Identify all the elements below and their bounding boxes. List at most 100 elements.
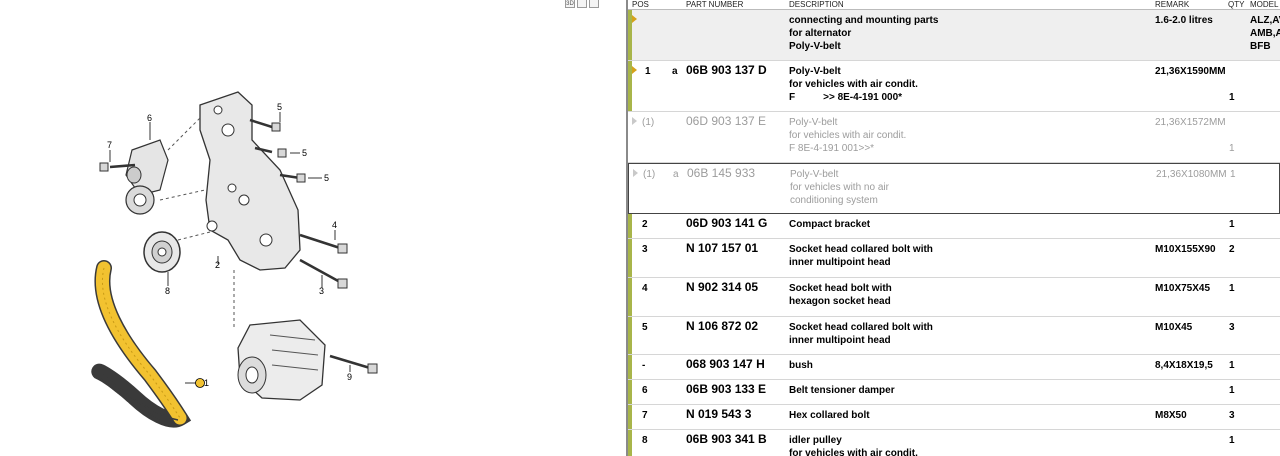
row-description: Poly-V-belt [789,117,838,128]
callout-5a[interactable]: 5 [277,102,282,112]
table-row[interactable]: 4 N 902 314 05 Socket head bolt with hex… [628,278,1280,317]
table-row-selected[interactable]: (1) a 06B 145 933 Poly-V-belt for vehicl… [628,163,1280,214]
row-part-number[interactable]: 068 903 147 H [686,358,765,371]
row-description: Poly-V-belt [790,169,839,180]
row-remark: M10X155X90 [1155,244,1216,255]
row-pos: (1) [643,169,656,180]
header-pos[interactable]: POS [632,0,649,9]
row-pos: 7 [642,410,648,421]
callout-7[interactable]: 7 [107,140,112,150]
row-qty: 1 [1229,143,1235,154]
row-description: conditioning system [790,195,878,206]
row-description: Hex collared bolt [789,410,870,421]
callout-2[interactable]: 2 [215,260,220,270]
row-part-number[interactable]: N 019 543 3 [686,408,751,421]
row-remark: 21,36X1590MM [1155,66,1226,77]
header-model[interactable]: MODEL [1250,0,1278,9]
header-remark[interactable]: REMARK [1155,0,1189,9]
table-row[interactable]: - 068 903 147 H bush 8,4X18X19,5 1 [628,355,1280,380]
callout-6[interactable]: 6 [147,113,152,123]
row-description: idler pulley [789,435,842,446]
table-row[interactable]: 7 N 019 543 3 Hex collared bolt M8X50 3 [628,405,1280,430]
row-part-number[interactable]: 06B 903 137 D [686,64,767,77]
row-description: Poly-V-belt [789,66,841,77]
row-part-number[interactable]: 06B 903 133 E [686,383,766,396]
row-qty: 1 [1229,92,1235,103]
belt-tensioner-drawing[interactable] [125,139,169,215]
row-pos: 6 [642,385,648,396]
row-pos: 4 [642,283,648,294]
row-description: for alternator [789,28,852,39]
row-pos: 8 [642,435,648,446]
row-accent [628,317,632,354]
callout-9[interactable]: 9 [347,372,352,382]
row-description: connecting and mounting parts [789,15,939,26]
row-remark: M8X50 [1155,410,1187,421]
row-remark: 21,36X1572MM [1155,117,1226,128]
row-accent [628,355,632,379]
row-part-number[interactable]: 06D 903 137 E [686,115,766,128]
diagram-drawing: 1 2 3 4 5 5 5 6 7 8 9 [91,91,378,428]
row-description: bush [789,360,813,371]
row-pos: 2 [642,219,648,230]
alternator-drawing[interactable] [237,319,326,401]
row-remark: M10X45 [1155,322,1193,333]
parts-list: POS PART NUMBER DESCRIPTION REMARK QTY M… [628,0,1280,456]
header-part-number[interactable]: PART NUMBER [686,0,743,9]
row-pos: 1 [645,66,651,77]
row-accent [628,278,632,316]
row-description: for vehicles with air condit. [789,130,907,141]
triangle-right-icon[interactable] [633,169,638,177]
callout-4[interactable]: 4 [332,220,337,230]
triangle-right-icon[interactable] [632,15,637,23]
row-part-number[interactable]: 06D 903 141 G [686,217,767,230]
row-part-number[interactable]: N 106 872 02 [686,320,758,333]
row-part-number[interactable]: 06B 903 341 B [686,433,767,446]
row-remark: 1.6-2.0 litres [1155,15,1213,26]
row-description: for vehicles with no air [790,182,889,193]
row-description: >> 8E-4-191 000* [823,92,903,103]
row-part-number[interactable]: N 107 157 01 [686,242,758,255]
table-row[interactable]: (1) 06D 903 137 E Poly-V-belt for vehicl… [628,112,1280,163]
table-row[interactable]: 3 N 107 157 01 Socket head collared bolt… [628,239,1280,278]
callout-5c[interactable]: 5 [324,173,329,183]
exploded-diagram[interactable]: 3D 1 2 3 4 5 5 5 6 7 8 9 [0,0,626,456]
row-accent [628,239,632,277]
callout-5b[interactable]: 5 [302,148,307,158]
header-description[interactable]: DESCRIPTION [789,0,844,9]
table-row[interactable]: connecting and mounting parts for altern… [628,10,1280,61]
table-row[interactable]: 1 a 06B 903 137 D Poly-V-belt for vehicl… [628,61,1280,112]
row-variant: a [673,169,679,180]
row-description: for vehicles with air condit. [789,448,918,456]
row-model: BFB [1250,41,1271,52]
row-pos: 3 [642,244,648,255]
row-pos: (1) [642,117,655,128]
idler-pulley-drawing[interactable] [143,231,181,273]
row-description: F 8E-4-191 001>>* [789,143,875,154]
callout-8[interactable]: 8 [165,286,170,296]
table-row[interactable]: 2 06D 903 141 G Compact bracket 1 [628,214,1280,239]
row-qty: 1 [1229,435,1235,446]
row-description: inner multipoint head [789,335,891,346]
callout-1[interactable]: 1 [204,378,209,388]
row-description: Compact bracket [789,219,871,230]
row-description: Socket head collared bolt with [789,244,933,255]
row-description: Socket head collared bolt with [789,322,933,333]
triangle-right-icon[interactable] [632,66,637,74]
row-qty: 1 [1230,169,1236,180]
compact-bracket-drawing[interactable] [199,91,301,271]
table-row[interactable]: 8 06B 903 341 B idler pulley for vehicle… [628,430,1280,456]
row-model: ALZ,AV [1250,15,1280,26]
header-qty[interactable]: QTY [1228,0,1244,9]
row-part-number[interactable]: N 902 314 05 [686,281,758,294]
row-qty: 3 [1229,322,1235,333]
table-row[interactable]: 6 06B 903 133 E Belt tensioner damper 1 [628,380,1280,405]
row-qty: 1 [1229,385,1235,396]
row-part-number[interactable]: 06B 145 933 [687,167,755,180]
triangle-right-icon[interactable] [632,117,637,125]
callout-3[interactable]: 3 [319,286,324,296]
table-row[interactable]: 5 N 106 872 02 Socket head collared bolt… [628,317,1280,355]
row-description: inner multipoint head [789,257,891,268]
row-accent [628,430,632,456]
row-description: Socket head bolt with [789,283,892,294]
